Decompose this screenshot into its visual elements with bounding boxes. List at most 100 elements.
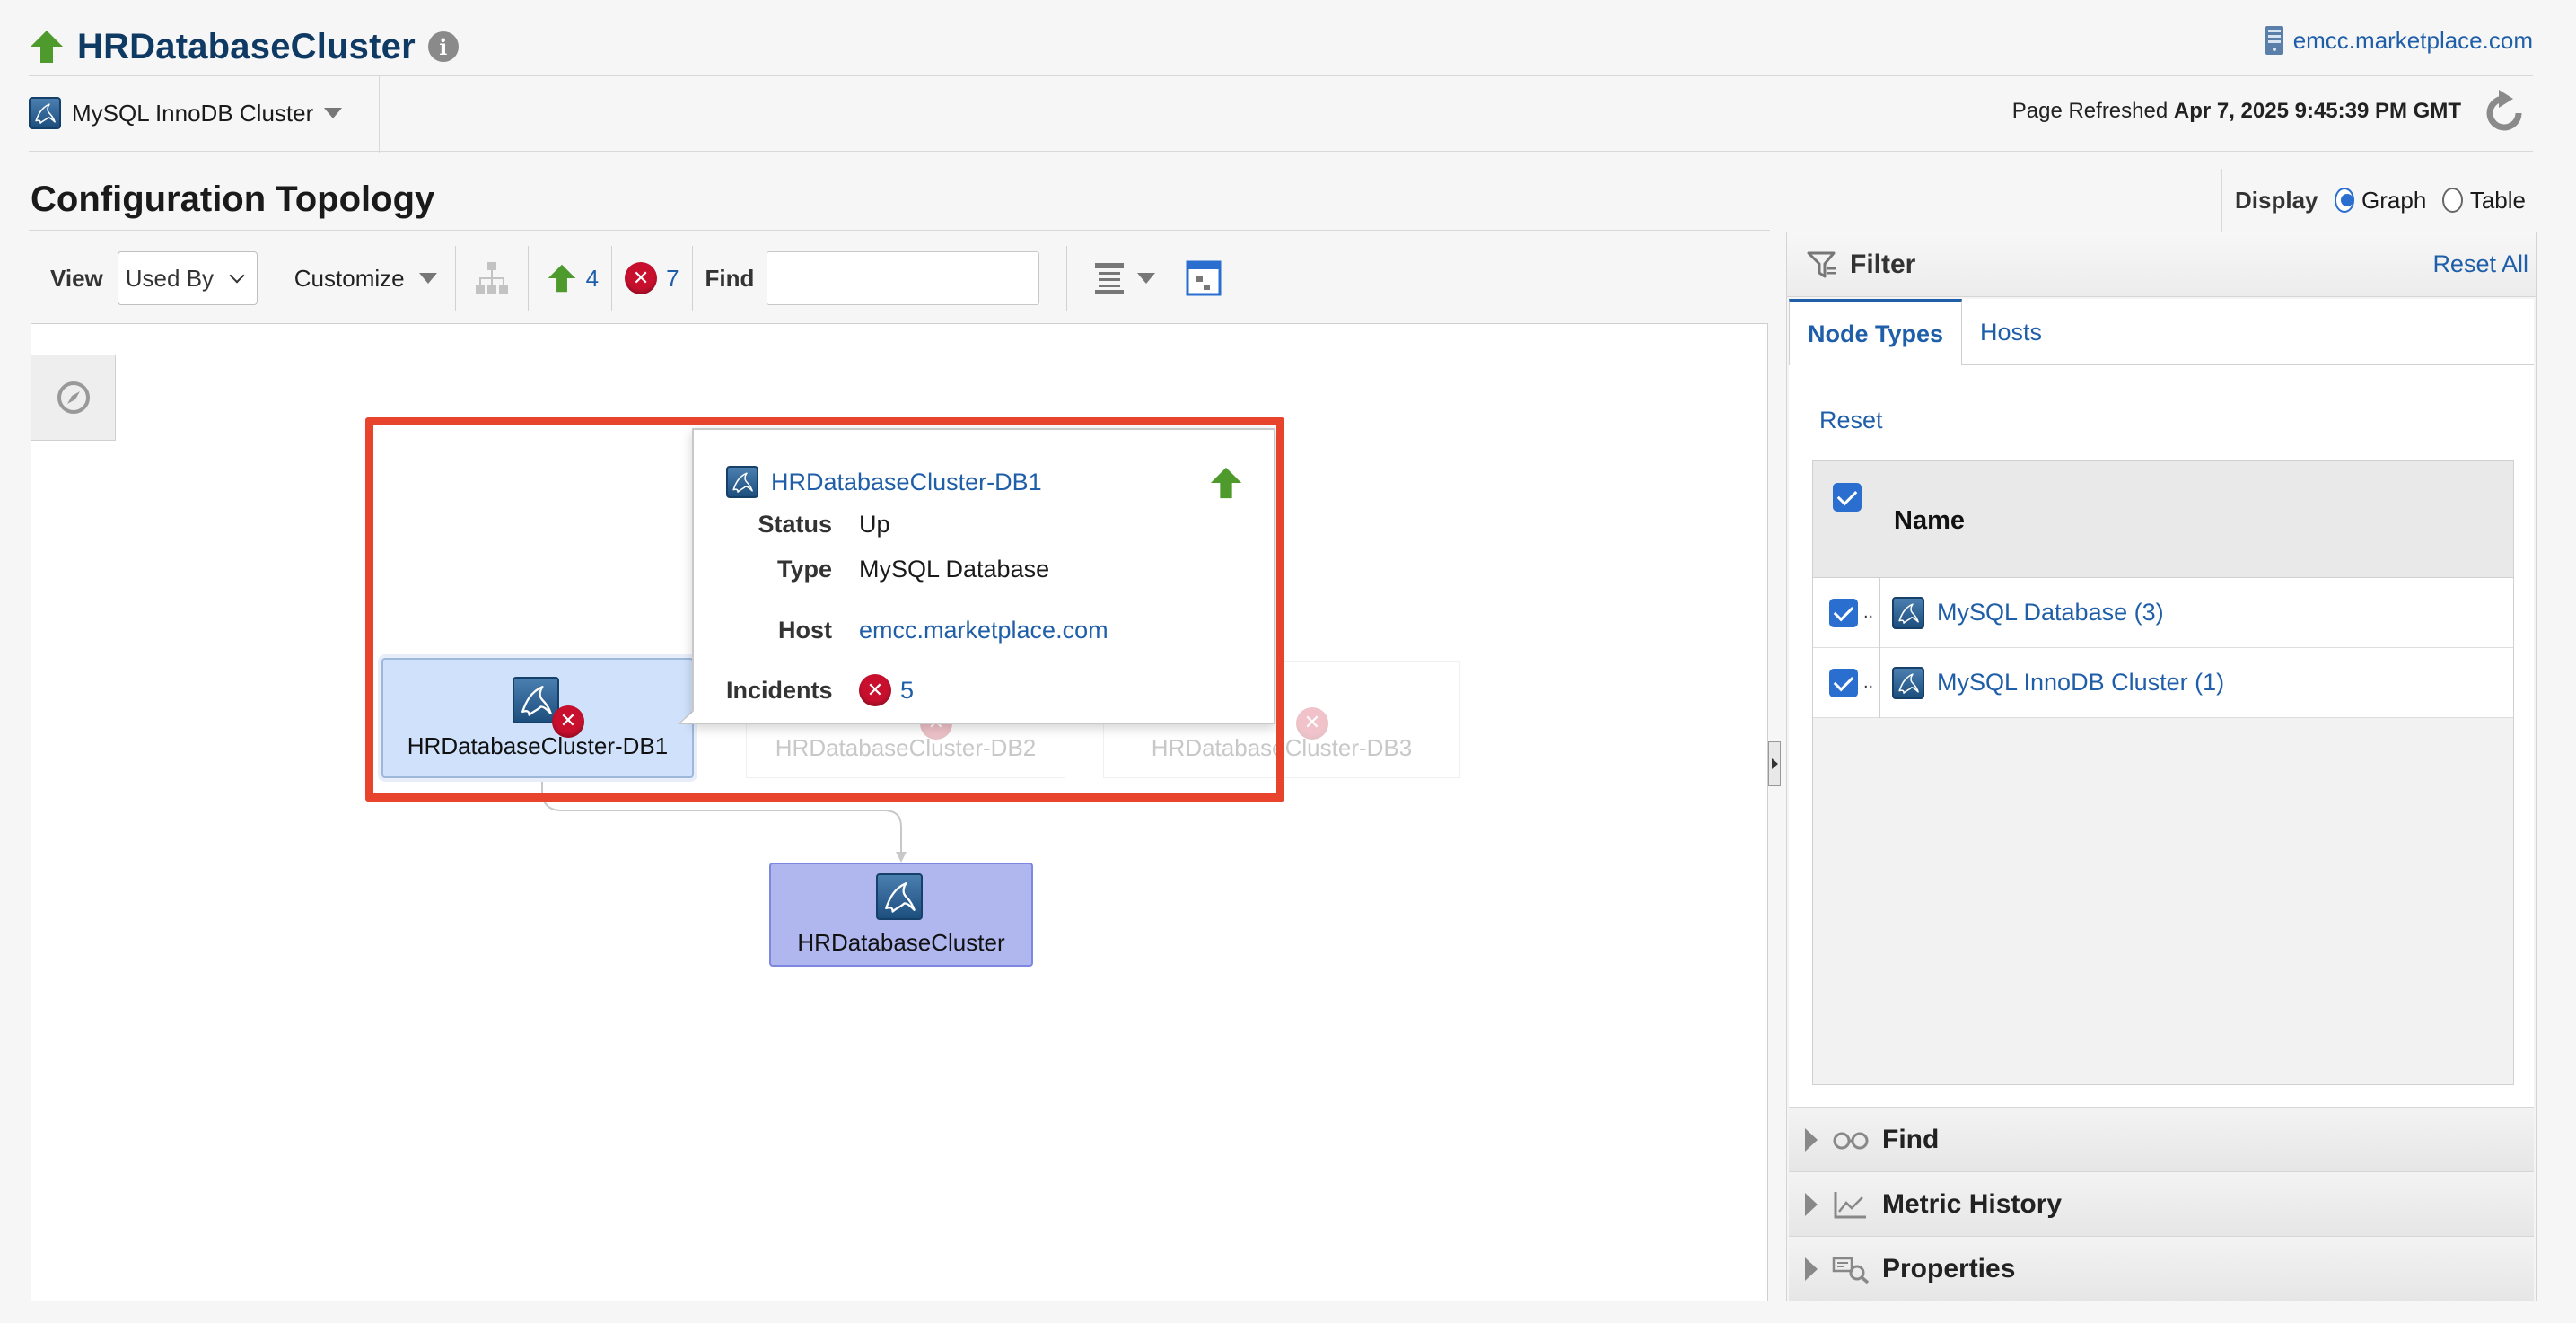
popup-host-row: Host emcc.marketplace.com xyxy=(726,617,1108,644)
truncation-dots: .. xyxy=(1863,602,1874,622)
table-header: Name xyxy=(1813,461,2513,578)
divider xyxy=(29,151,2533,152)
up-count-button[interactable]: 4 xyxy=(547,262,599,294)
name-column-header: Name xyxy=(1894,506,1965,535)
chevron-right-icon xyxy=(1771,758,1778,769)
select-all-checkbox[interactable] xyxy=(1833,483,1862,512)
type-value: MySQL Database xyxy=(859,556,1050,583)
mysql-icon xyxy=(876,872,923,920)
row-label[interactable]: MySQL InnoDB Cluster (1) xyxy=(1937,669,2224,697)
topology-canvas[interactable]: ✕ HRDatabaseCluster-DB1 ✕ HRDatabaseClus… xyxy=(31,323,1768,1301)
divider xyxy=(611,246,613,311)
divider xyxy=(1066,246,1068,311)
graph-radio-label[interactable]: Graph xyxy=(2361,187,2426,215)
up-arrow-icon xyxy=(29,29,65,65)
node-icon xyxy=(876,872,926,922)
node-label: HRDatabaseCluster-DB2 xyxy=(775,733,1037,761)
host-link[interactable]: emcc.marketplace.com xyxy=(859,617,1108,644)
row-label[interactable]: MySQL Database (3) xyxy=(1937,599,2164,626)
node-db1[interactable]: ✕ HRDatabaseCluster-DB1 xyxy=(381,658,694,778)
accordion-label: Properties xyxy=(1882,1253,2016,1284)
node-label: HRDatabaseCluster-DB1 xyxy=(407,732,669,759)
mysql-icon xyxy=(726,466,758,498)
properties-icon xyxy=(1832,1257,1870,1284)
display-toggle: Display Graph Table xyxy=(2221,169,2535,232)
graph-radio[interactable] xyxy=(2334,188,2355,213)
truncation-dots: .. xyxy=(1863,672,1874,692)
divider xyxy=(527,246,529,311)
accordion-properties[interactable]: Properties xyxy=(1789,1236,2534,1301)
customize-menu[interactable]: Customize xyxy=(294,265,437,293)
popup-incidents-row: Incidents ✕ 5 xyxy=(726,674,914,706)
mysql-icon xyxy=(1892,666,1924,699)
accordion-metric-history[interactable]: Metric History xyxy=(1789,1171,2534,1236)
incidents-key: Incidents xyxy=(726,676,833,704)
tab-content: Reset Name .. MySQL Database (3) .. MySQ… xyxy=(1789,365,2534,1107)
accordion-find[interactable]: Find xyxy=(1789,1107,2534,1171)
host-link-top[interactable]: emcc.marketplace.com xyxy=(2265,25,2533,56)
legend-menu[interactable] xyxy=(1094,261,1156,295)
table-row: .. MySQL Database (3) xyxy=(1813,578,2513,648)
error-icon: ✕ xyxy=(625,262,658,294)
popup-status-row: Status Up xyxy=(726,511,889,539)
target-menu[interactable]: MySQL InnoDB Cluster xyxy=(29,90,343,136)
page-refreshed: Page Refreshed Apr 7, 2025 9:45:39 PM GM… xyxy=(2012,99,2461,124)
incident-count-button[interactable]: ✕ 7 xyxy=(625,262,679,294)
host-key: Host xyxy=(778,617,832,644)
popup-title[interactable]: HRDatabaseCluster-DB1 xyxy=(726,466,1042,498)
reset-all-link[interactable]: Reset All xyxy=(2432,250,2528,278)
panel-splitter[interactable] xyxy=(1768,741,1781,786)
refreshed-label: Page Refreshed xyxy=(2011,99,2169,123)
up-arrow-icon xyxy=(547,262,577,294)
find-input[interactable] xyxy=(767,251,1040,305)
popup-tail-inner xyxy=(681,705,701,723)
table-radio[interactable] xyxy=(2442,188,2463,213)
overview-toggle-button[interactable] xyxy=(31,355,116,441)
filter-header: Filter Reset All xyxy=(1787,232,2536,297)
column-divider xyxy=(1879,578,1880,718)
node-cluster[interactable]: HRDatabaseCluster xyxy=(769,863,1033,967)
find-label: Find xyxy=(705,264,755,292)
filter-icon xyxy=(1807,251,1836,277)
row-checkbox[interactable] xyxy=(1829,598,1858,627)
chevron-right-icon xyxy=(1805,1257,1818,1281)
row-checkbox[interactable] xyxy=(1829,668,1858,697)
mysql-icon xyxy=(1892,596,1924,629)
status-key: Status xyxy=(758,511,832,538)
hierarchy-icon[interactable] xyxy=(474,260,510,296)
section-title: Configuration Topology xyxy=(31,180,435,219)
server-icon xyxy=(2265,26,2283,55)
page-header: HRDatabaseCluster i emcc.marketplace.com… xyxy=(0,0,2576,153)
view-select-value: Used By xyxy=(125,264,215,292)
tab-hosts[interactable]: Hosts xyxy=(1962,300,2060,364)
info-icon[interactable]: i xyxy=(427,31,459,62)
export-icon[interactable] xyxy=(1186,260,1222,296)
title-row: HRDatabaseCluster i xyxy=(29,22,459,72)
chevron-down-icon xyxy=(324,108,343,118)
divider xyxy=(29,230,1770,231)
view-select[interactable]: Used By xyxy=(117,251,258,305)
chevron-down-icon xyxy=(229,267,245,284)
divider xyxy=(29,75,2533,76)
node-icon: ✕ xyxy=(513,676,584,738)
refresh-icon[interactable] xyxy=(2479,90,2529,136)
divider xyxy=(379,75,380,153)
tab-node-types[interactable]: Node Types xyxy=(1789,299,1963,365)
error-icon: ✕ xyxy=(859,674,891,706)
popup-target-link[interactable]: HRDatabaseCluster-DB1 xyxy=(771,469,1042,496)
refreshed-time: Apr 7, 2025 9:45:39 PM GMT xyxy=(2173,99,2461,123)
chevron-right-icon xyxy=(1805,1127,1818,1152)
host-link-text[interactable]: emcc.marketplace.com xyxy=(2293,27,2533,55)
error-icon: ✕ xyxy=(1296,706,1328,740)
incident-count: 7 xyxy=(666,264,679,292)
popup-type-row: Type MySQL Database xyxy=(726,556,1049,583)
table-row: .. MySQL InnoDB Cluster (1) xyxy=(1813,648,2513,718)
table-radio-label[interactable]: Table xyxy=(2470,187,2526,215)
reset-link[interactable]: Reset xyxy=(1819,407,1883,434)
filter-tabs: Node Types Hosts xyxy=(1789,299,2534,365)
incidents-link[interactable]: 5 xyxy=(900,677,914,705)
customize-label: Customize xyxy=(294,264,405,292)
node-label: HRDatabaseCluster xyxy=(797,928,1005,956)
node-label: HRDatabaseCluster-DB3 xyxy=(1151,733,1413,761)
chart-icon xyxy=(1834,1191,1866,1218)
